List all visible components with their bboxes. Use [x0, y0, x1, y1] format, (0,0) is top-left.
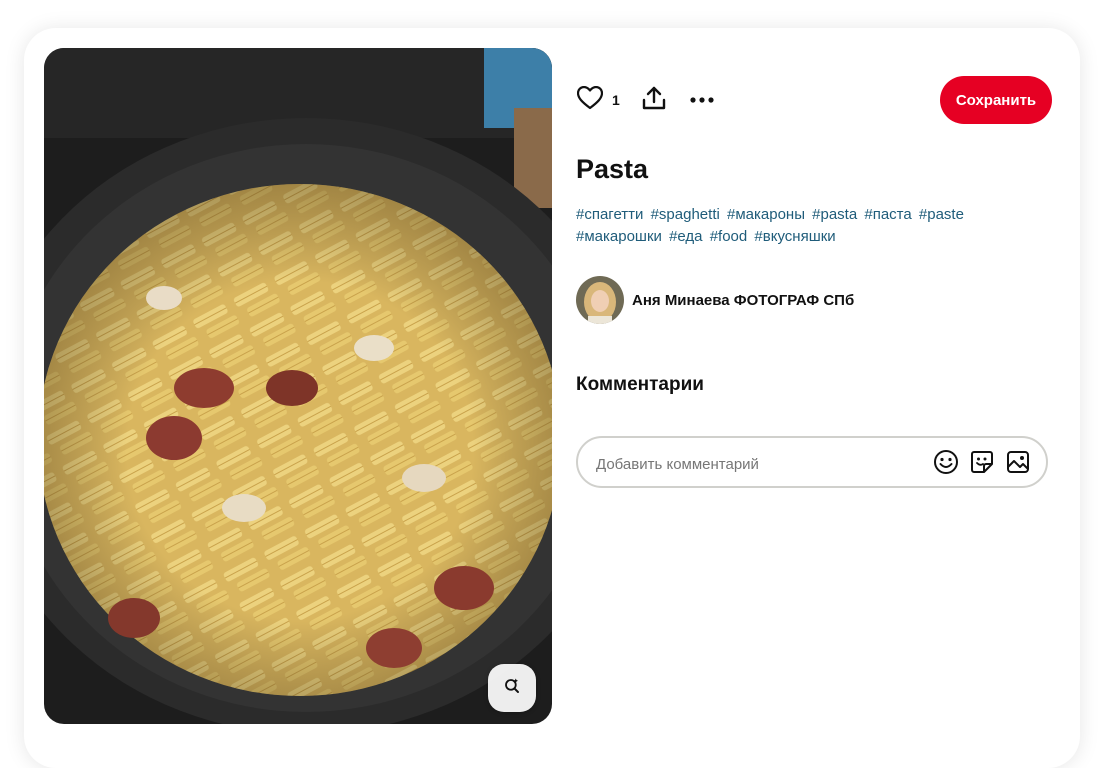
hashtag-link[interactable]: #спагетти — [576, 206, 643, 223]
hashtag-link[interactable]: #макарошки — [576, 228, 662, 245]
pin-image[interactable] — [44, 48, 552, 724]
comment-box — [576, 436, 1048, 488]
emoji-icon — [933, 449, 959, 480]
pin-title: Pasta — [576, 154, 649, 184]
hashtag-link[interactable]: #food — [710, 228, 748, 245]
more-options-button[interactable] — [688, 86, 716, 114]
pin-actions: 1 — [576, 84, 716, 116]
share-button[interactable] — [640, 86, 668, 114]
pasta-photo — [44, 48, 552, 724]
more-icon — [689, 91, 715, 109]
hashtag-link[interactable]: #паста — [864, 206, 911, 223]
visual-search-icon — [503, 677, 521, 700]
save-button[interactable]: Сохранить — [940, 76, 1052, 124]
hashtag-link[interactable]: #вкусняшки — [754, 228, 835, 245]
heart-icon — [576, 85, 604, 115]
avatar[interactable] — [576, 276, 624, 324]
add-image-button[interactable] — [1004, 450, 1032, 478]
emoji-button[interactable] — [932, 449, 960, 480]
sticker-button[interactable] — [968, 450, 996, 478]
like-button[interactable] — [576, 85, 604, 115]
hashtag-list: #спагетти #spaghetti #макароны #pasta #п… — [576, 204, 1016, 248]
hashtag-link[interactable]: #еда — [669, 228, 702, 245]
share-icon — [641, 85, 667, 116]
hashtag-link[interactable]: #spaghetti — [651, 206, 720, 223]
hashtag-link[interactable]: #макароны — [727, 206, 805, 223]
hashtag-link[interactable]: #paste — [919, 206, 964, 223]
image-icon — [1005, 449, 1031, 480]
author-info[interactable]: Аня Минаева ФОТОГРАФ СПб — [576, 276, 854, 324]
sticker-icon — [969, 449, 995, 480]
author-name[interactable]: Аня Минаева ФОТОГРАФ СПб — [632, 292, 854, 309]
comment-tools — [932, 449, 1032, 480]
visual-search-button[interactable] — [488, 664, 536, 712]
like-count: 1 — [612, 92, 620, 108]
comment-input[interactable] — [594, 450, 918, 478]
hashtag-link[interactable]: #pasta — [812, 206, 857, 223]
comments-heading: Комментарии — [576, 374, 704, 395]
